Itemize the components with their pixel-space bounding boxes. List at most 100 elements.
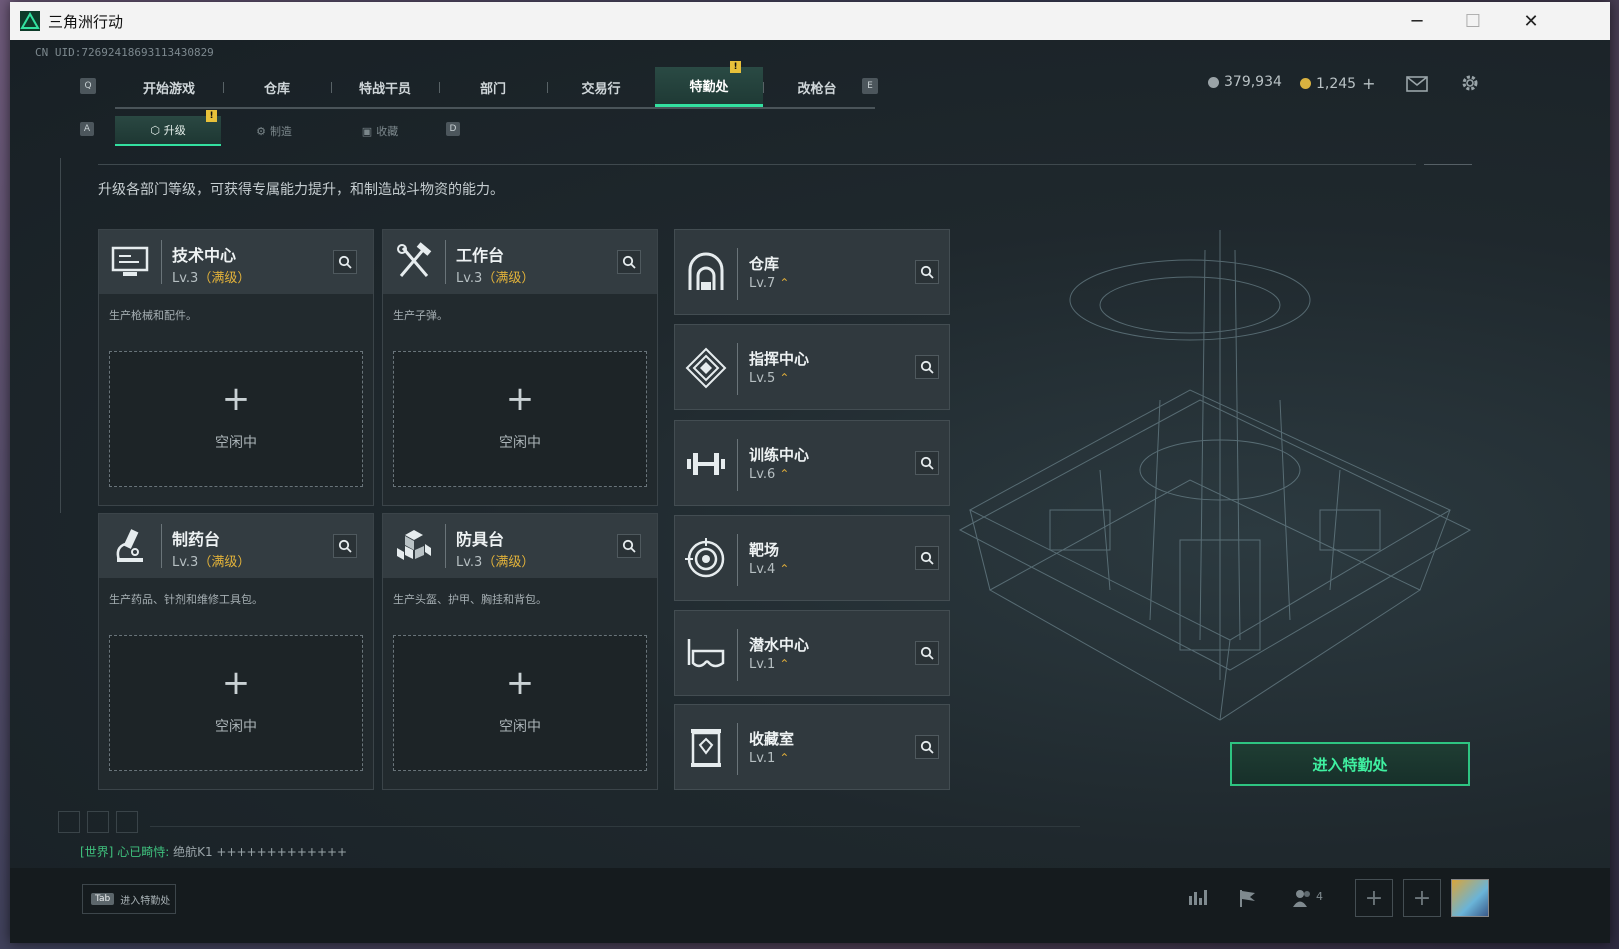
mail-icon[interactable] (1406, 76, 1428, 92)
computer-icon (111, 246, 149, 276)
diving-mask-icon (687, 639, 725, 668)
tab-start-game[interactable]: 开始游戏 (115, 67, 223, 107)
main-nav: 开始游戏 仓库 特战干员 部门 交易行 特勤处 改枪台 (115, 67, 875, 109)
subtab-craft[interactable]: ⚙ 制造 (221, 116, 327, 146)
subtab-collection[interactable]: ▣ 收藏 (327, 116, 433, 146)
header-separator (161, 524, 162, 568)
coin-amount: 379,934 (1224, 74, 1282, 90)
production-slot[interactable]: + 空闲中 (109, 635, 363, 771)
upgrade-available-icon: ⌃ (779, 371, 790, 385)
add-production-icon: + (221, 663, 251, 703)
subnav-next-key[interactable]: D (446, 122, 460, 136)
department-level: Lv.7 ⌃ (749, 276, 789, 291)
game-viewport: CN UID:726924186931134​30829 (10, 40, 1610, 943)
settings-gear-icon[interactable] (1460, 73, 1480, 93)
workstation-level: Lv.3（满级） (172, 267, 250, 286)
card-header: 制药台 Lv.3（满级） (99, 514, 373, 578)
details-search-button[interactable] (915, 641, 939, 665)
level-value: Lv.5 (749, 371, 776, 386)
header-separator (445, 524, 446, 568)
department-training-center[interactable]: 训练中心 Lv.6 ⌃ (674, 420, 950, 506)
tab-operators[interactable]: 特战干员 (331, 67, 439, 107)
player-uid: CN UID:726924186931134​30829 (35, 46, 214, 59)
bottom-bar: Tab 进入特勤处 4 + + (10, 868, 1610, 943)
card-header: 防具台 Lv.3（满级） (383, 514, 657, 578)
department-collection-room[interactable]: 收藏室 Lv.1 ⌃ (674, 704, 950, 790)
craft-icon: ⚙ (256, 124, 266, 138)
nav-prev-key[interactable]: Q (80, 78, 96, 94)
department-name: 潜水中心 (749, 636, 810, 654)
level-value: Lv.6 (749, 467, 776, 482)
upgrade-icon: ⬡ (150, 123, 160, 137)
workstation-name: 制药台 (172, 530, 221, 549)
team-slot-add-button[interactable]: + (1355, 879, 1393, 917)
details-search-button[interactable] (915, 451, 939, 475)
max-level-tag: （满级） (198, 555, 251, 570)
level-value: Lv.3 (456, 555, 483, 570)
enter-special-ops-button[interactable]: 进入特勤处 (1230, 742, 1470, 786)
workstation-card-workbench[interactable]: 工作台 Lv.3（满级） 生产子弹。 + 空闲中 (382, 229, 658, 506)
workstation-card-pharmacy[interactable]: 制药台 Lv.3（满级） 生产药品、针剂和维修工具包。 + 空闲中 (98, 513, 374, 790)
target-icon (685, 538, 725, 578)
search-icon (920, 456, 934, 470)
dumbbell-icon (687, 453, 725, 475)
search-icon (920, 646, 934, 660)
team-slot-add-button[interactable]: + (1403, 879, 1441, 917)
workstation-name: 工作台 (456, 246, 505, 265)
details-search-button[interactable] (333, 250, 357, 274)
department-warehouse[interactable]: 仓库 Lv.7 ⌃ (674, 229, 950, 315)
details-search-button[interactable] (915, 735, 939, 759)
department-name: 训练中心 (749, 446, 810, 464)
subtab-collection-label: 收藏 (376, 125, 399, 138)
workstation-card-tech-center[interactable]: 技术中心 Lv.3（满级） 生产枪械和配件。 + 空闲中 (98, 229, 374, 506)
workstation-level: Lv.3（满级） (172, 551, 250, 570)
department-name: 靶场 (749, 541, 780, 559)
header-separator (161, 240, 162, 284)
tab-special-ops[interactable]: 特勤处 (655, 67, 763, 107)
subtab-upgrade-label: 升级 (163, 124, 186, 137)
department-shooting-range[interactable]: 靶场 Lv.4 ⌃ (674, 515, 950, 601)
minimize-button[interactable]: ─ (1388, 2, 1446, 40)
slot-status: 空闲中 (499, 435, 541, 451)
workstation-description: 生产头盔、护甲、胸挂和背包。 (393, 593, 547, 606)
tools-icon (397, 242, 432, 277)
tab-departments[interactable]: 部门 (439, 67, 547, 107)
header-divider-accent (1424, 164, 1472, 165)
maximize-button[interactable]: ☐ (1444, 2, 1502, 40)
trophy-case-icon (691, 729, 721, 767)
player-avatar[interactable] (1451, 879, 1489, 917)
flag-icon[interactable] (1238, 888, 1258, 908)
chat-line[interactable]: [世界] 心已畸恃: 绝航K1 +++++++++++++ (80, 843, 347, 860)
tab-shortcut-hint[interactable]: Tab 进入特勤处 (82, 884, 176, 914)
tab-trading[interactable]: 交易行 (547, 67, 655, 107)
chat-channel: [世界] (80, 845, 114, 859)
tab-gunsmith[interactable]: 改枪台 (763, 67, 871, 107)
details-search-button[interactable] (617, 250, 641, 274)
add-currency-button[interactable]: + (1362, 74, 1375, 93)
coin-balance: 379,934 (1208, 74, 1282, 90)
details-search-button[interactable] (617, 534, 641, 558)
chat-message: 绝航K1 +++++++++++++ (173, 845, 348, 859)
search-icon (920, 740, 934, 754)
details-search-button[interactable] (333, 534, 357, 558)
stats-chart-icon[interactable] (1188, 888, 1208, 906)
workstation-card-armor-bench[interactable]: 防具台 Lv.3（满级） 生产头盔、护甲、胸挂和背包。 + 空闲中 (382, 513, 658, 790)
production-slot[interactable]: + 空闲中 (109, 351, 363, 487)
workstation-name: 技术中心 (172, 246, 237, 265)
friends-count: 4 (1316, 890, 1323, 903)
details-search-button[interactable] (915, 355, 939, 379)
subtab-craft-label: 制造 (269, 125, 292, 138)
nav-next-key[interactable]: E (862, 78, 878, 94)
production-slot[interactable]: + 空闲中 (393, 351, 647, 487)
details-search-button[interactable] (915, 546, 939, 570)
close-button[interactable]: ✕ (1502, 2, 1560, 40)
production-slot[interactable]: + 空闲中 (393, 635, 647, 771)
slot-status: 空闲中 (215, 435, 257, 451)
friends-icon[interactable] (1292, 888, 1314, 908)
tab-warehouse[interactable]: 仓库 (223, 67, 331, 107)
department-diving-center[interactable]: 潜水中心 Lv.1 ⌃ (674, 610, 950, 696)
details-search-button[interactable] (915, 260, 939, 284)
subnav-prev-key[interactable]: A (80, 122, 94, 136)
department-command-center[interactable]: 指挥中心 Lv.5 ⌃ (674, 324, 950, 410)
search-icon (338, 255, 352, 269)
